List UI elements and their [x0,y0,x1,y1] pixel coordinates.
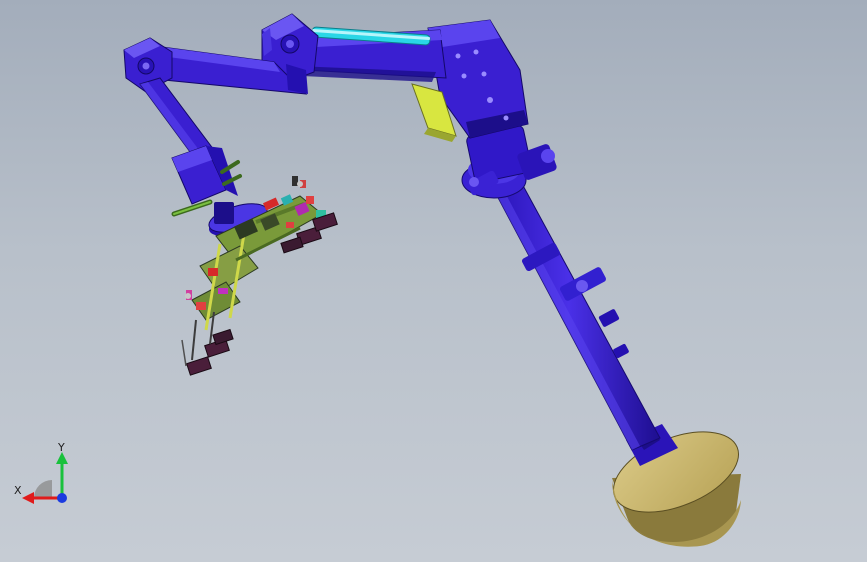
y-axis-label: Y [57,441,65,454]
main-column[interactable] [493,179,661,451]
z-axis-dot-icon [57,493,67,503]
robot-arm-model[interactable] [0,0,867,562]
cad-viewport[interactable]: Y X [0,0,867,562]
axis-triad: Y X [14,441,68,504]
triad-quadrant-icon [34,480,52,498]
x-axis-label: X [14,484,22,497]
wrist-motor-box[interactable] [171,145,238,205]
